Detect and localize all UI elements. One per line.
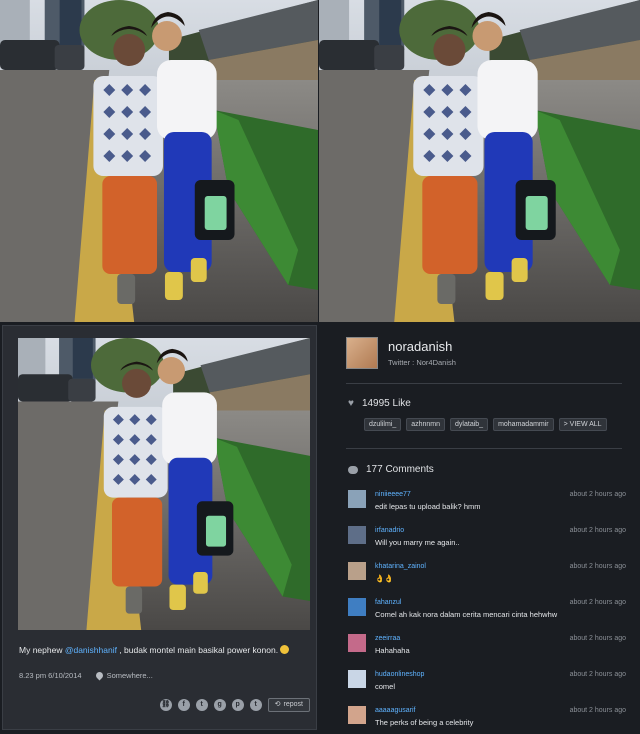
comment-item: khatarina_zainol 👌👌 about 2 hours ago <box>348 562 626 586</box>
comment-username[interactable]: khatarina_zainol <box>375 563 426 570</box>
comment-timestamp: about 2 hours ago <box>569 671 626 678</box>
comment-timestamp: about 2 hours ago <box>569 635 626 642</box>
link-icon[interactable]: ⛓ <box>159 699 172 711</box>
comments-count: 177 Comments <box>366 464 434 475</box>
liker-tag[interactable]: dzulilmi_ <box>364 418 402 431</box>
repost-label: repost <box>283 701 303 708</box>
facebook-icon[interactable]: f <box>177 699 190 711</box>
photo-left <box>0 0 318 322</box>
likers-list: dzulilmi_ azhnnmn dylataib_ mohamadammir… <box>364 418 607 431</box>
share-row: ⛓ f t g p t ⟲ repost <box>159 698 310 712</box>
repost-button[interactable]: ⟲ repost <box>267 698 310 712</box>
caption-text: , budak montel main basikal power konon. <box>116 645 279 655</box>
pinterest-icon[interactable]: p <box>231 699 244 711</box>
instagram-viewer-panel: My nephew @danishhanif , budak montel ma… <box>0 323 640 734</box>
comment-avatar[interactable] <box>348 634 366 652</box>
comment-item: aaaaagusarif The perks of being a celebri… <box>348 706 626 730</box>
comment-username[interactable]: zeeirraa <box>375 635 400 642</box>
post-caption: My nephew @danishhanif , budak montel ma… <box>19 644 309 656</box>
comment-text: Hahahaha <box>375 646 410 655</box>
profile-header: noradanish Twitter : Nor4Danish <box>346 337 456 369</box>
comment-timestamp: about 2 hours ago <box>569 707 626 714</box>
comment-item: hudaonlineshop comel about 2 hours ago <box>348 670 626 694</box>
divider <box>346 448 622 449</box>
comment-username[interactable]: fahanzul <box>375 599 401 606</box>
comment-avatar[interactable] <box>348 490 366 508</box>
comment-avatar[interactable] <box>348 526 366 544</box>
comment-text: Will you marry me again.. <box>375 538 460 547</box>
comment-avatar[interactable] <box>348 706 366 724</box>
username[interactable]: noradanish <box>388 339 456 354</box>
twitter-icon[interactable]: t <box>195 699 208 711</box>
post-card: My nephew @danishhanif , budak montel ma… <box>2 325 317 730</box>
comment-item: zeeirraa Hahahaha about 2 hours ago <box>348 634 626 658</box>
liker-tag[interactable]: dylataib_ <box>450 418 489 431</box>
comment-item: niniieeee77 edit lepas tu upload balik? h… <box>348 490 626 514</box>
likes-header: ♥ 14995 Like <box>348 398 411 409</box>
comment-text: edit lepas tu upload balik? hmm <box>375 502 481 511</box>
location-pin-icon <box>94 670 105 681</box>
comment-username[interactable]: irfanadrio <box>375 527 404 534</box>
comment-timestamp: about 2 hours ago <box>569 491 626 498</box>
comment-item: irfanadrio Will you marry me again.. about… <box>348 526 626 550</box>
comments-header: 177 Comments <box>348 464 434 475</box>
heart-icon: ♥ <box>348 398 354 409</box>
view-all-likes-button[interactable]: > VIEW ALL <box>558 418 607 431</box>
comment-username[interactable]: hudaonlineshop <box>375 671 424 678</box>
comment-text: comel <box>375 682 396 691</box>
caption-text: My nephew <box>19 645 65 655</box>
tumblr-icon[interactable]: t <box>249 699 262 711</box>
post-date: 8.23 pm 6/10/2014 <box>19 671 82 680</box>
likes-count: 14995 Like <box>361 398 411 409</box>
post-photo[interactable] <box>18 338 310 630</box>
comment-item: fahanzul Comel ah kak nora dalam cerita m… <box>348 598 626 622</box>
comment-username[interactable]: niniieeee77 <box>375 491 411 498</box>
repost-icon: ⟲ <box>274 701 281 708</box>
liker-tag[interactable]: mohamadammir <box>493 418 554 431</box>
location-label: Somewhere... <box>106 671 153 680</box>
comment-avatar[interactable] <box>348 670 366 688</box>
post-meta: 8.23 pm 6/10/2014 Somewhere... <box>19 670 153 681</box>
comment-bubble-icon <box>348 465 358 474</box>
photo-right <box>319 0 640 322</box>
comment-text: The perks of being a celebrity <box>375 718 474 727</box>
comment-timestamp: about 2 hours ago <box>569 527 626 534</box>
comment-avatar[interactable] <box>348 598 366 616</box>
mention-link[interactable]: @danishhanif <box>65 645 117 655</box>
comment-timestamp: about 2 hours ago <box>569 563 626 570</box>
comment-username[interactable]: aaaaagusarif <box>375 707 415 714</box>
location[interactable]: Somewhere... <box>94 670 153 681</box>
comment-text: Comel ah kak nora dalam cerita mencari c… <box>375 610 558 619</box>
emoji-icon <box>280 645 290 654</box>
avatar[interactable] <box>346 337 378 369</box>
comment-timestamp: about 2 hours ago <box>569 599 626 606</box>
post-info: noradanish Twitter : Nor4Danish ♥ 14995 … <box>330 323 635 734</box>
divider <box>346 383 622 384</box>
liker-tag[interactable]: azhnnmn <box>406 418 446 431</box>
google-plus-icon[interactable]: g <box>213 699 226 711</box>
comment-text: 👌👌 <box>375 574 394 583</box>
comment-avatar[interactable] <box>348 562 366 580</box>
twitter-handle[interactable]: Twitter : Nor4Danish <box>388 358 456 367</box>
